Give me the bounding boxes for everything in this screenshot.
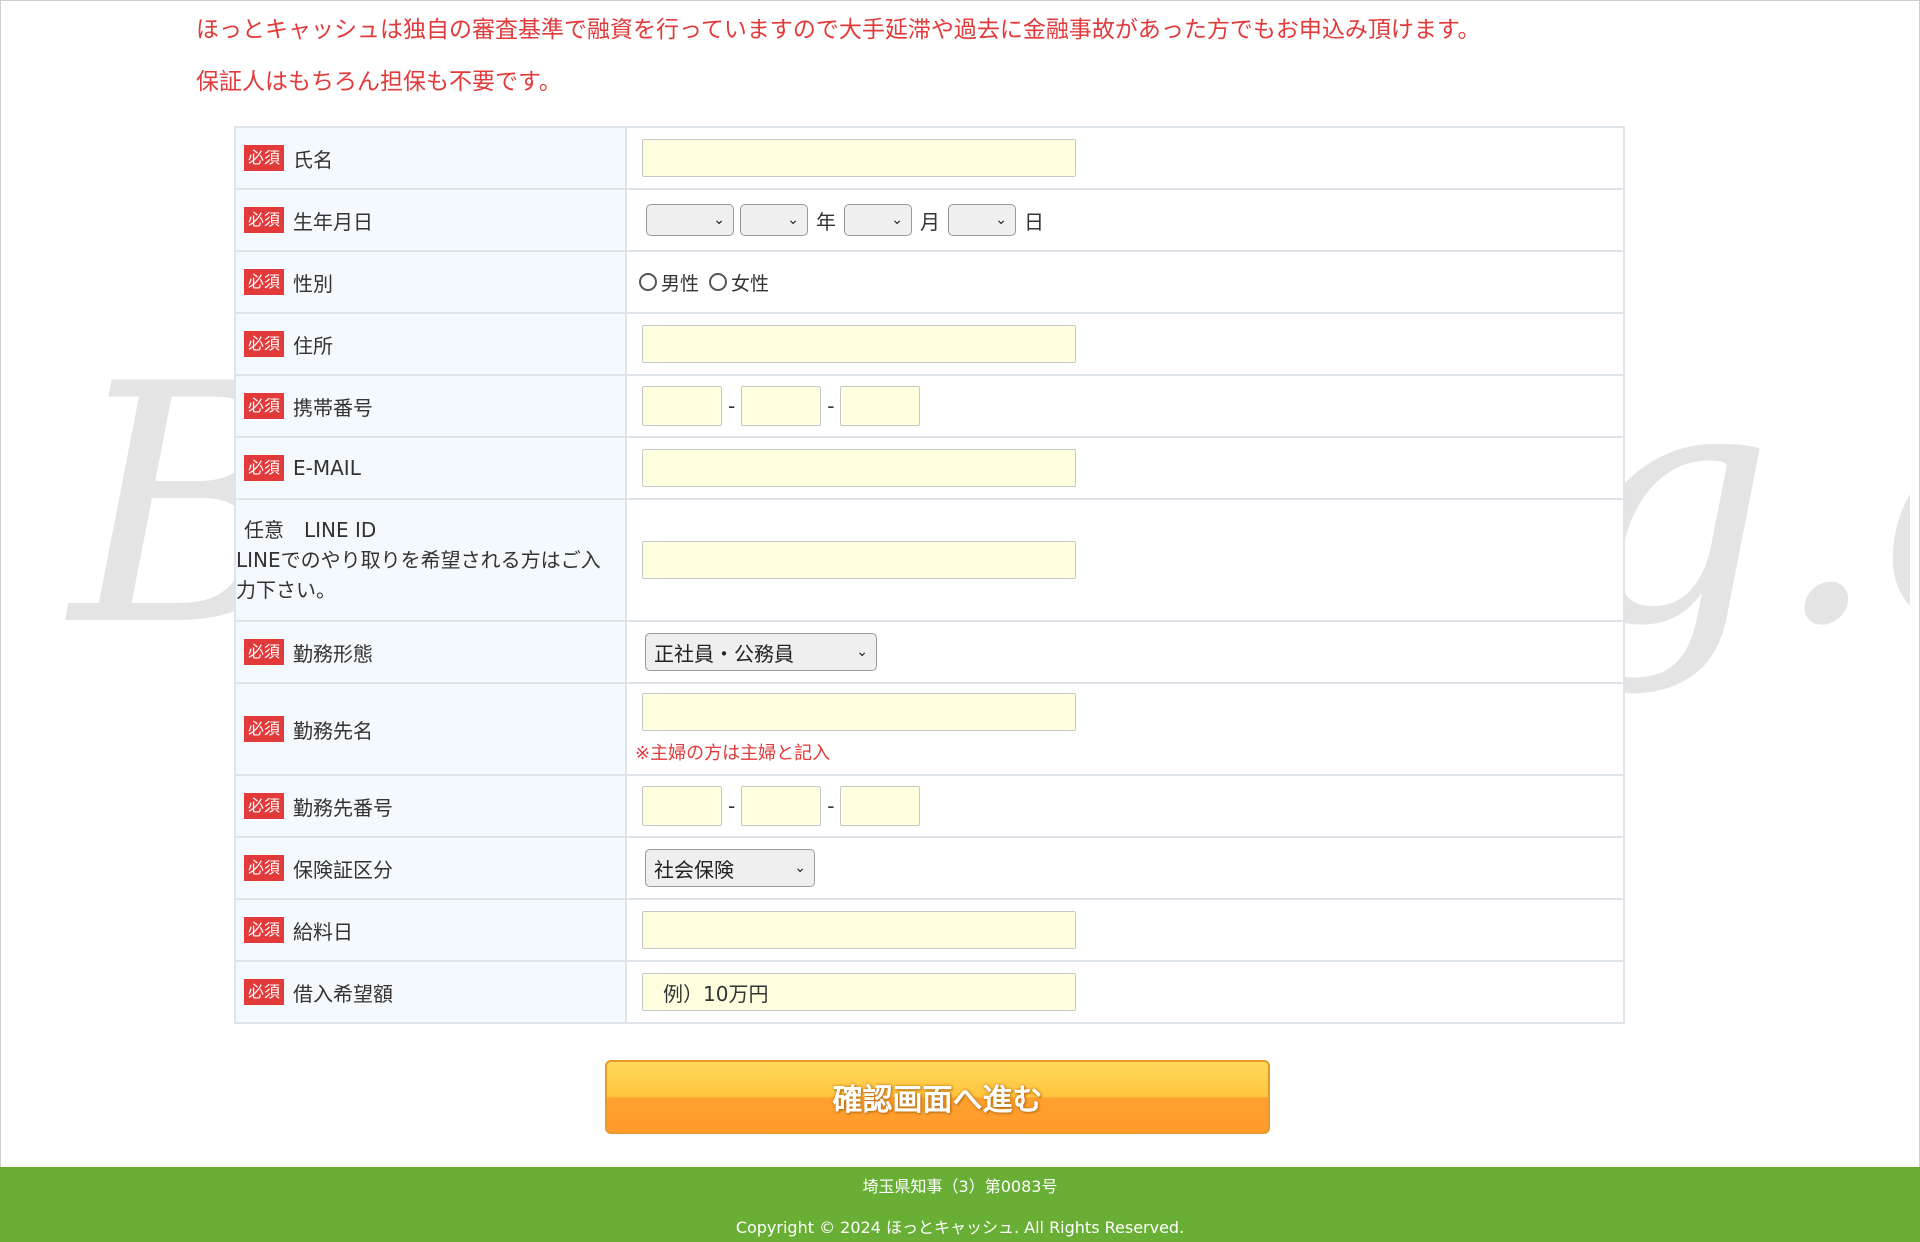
- confirm-button[interactable]: 確認画面へ進む: [605, 1060, 1270, 1134]
- loan-amount-input[interactable]: [642, 973, 1076, 1011]
- required-badge: 必須: [244, 145, 285, 171]
- chevron-down-icon: ⌄: [856, 644, 868, 660]
- employer-label: 勤務先名: [293, 718, 374, 743]
- mobile-part-1-input[interactable]: [642, 386, 722, 426]
- year-unit: 年: [816, 209, 836, 234]
- line-id-description: LINEでのやり取りを希望される方はご入力下さい。: [236, 548, 601, 602]
- required-badge: 必須: [244, 269, 285, 295]
- gender-male-radio[interactable]: [639, 273, 657, 291]
- intro-line-1: ほっとキャッシュは独自の審査基準で融資を行っていますので大手延滞や過去に金融事故…: [196, 17, 1481, 43]
- address-input[interactable]: [642, 325, 1076, 363]
- required-badge: 必須: [244, 207, 285, 233]
- birth-era-select[interactable]: ⌄: [646, 204, 734, 236]
- mobile-label: 携帯番号: [293, 395, 374, 420]
- required-badge: 必須: [244, 455, 285, 481]
- row-name: 必須 氏名: [234, 126, 1625, 190]
- chevron-down-icon: ⌄: [891, 212, 903, 228]
- insurance-value: 社会保険: [654, 857, 734, 882]
- row-address: 必須 住所: [234, 312, 1625, 376]
- birthdate-label: 生年月日: [293, 209, 374, 234]
- gender-female-label: 女性: [731, 272, 770, 295]
- dash: -: [728, 394, 736, 418]
- employer-phone-part-2-input[interactable]: [741, 786, 822, 826]
- insurance-label: 保険証区分: [293, 857, 394, 882]
- email-input[interactable]: [642, 449, 1076, 487]
- employer-phone-label: 勤務先番号: [293, 795, 394, 820]
- required-badge: 必須: [244, 793, 285, 819]
- row-payday: 必須 給料日: [234, 898, 1625, 962]
- gender-female-radio[interactable]: [709, 273, 728, 291]
- required-badge: 必須: [244, 639, 285, 665]
- employer-input[interactable]: [642, 693, 1076, 731]
- row-birthdate: 必須 生年月日 ⌄ ⌄ 年 ⌄ 月 ⌄ 日: [234, 188, 1625, 252]
- required-badge: 必須: [244, 716, 285, 742]
- dash: -: [827, 394, 835, 418]
- loan-amount-label: 借入希望額: [293, 981, 394, 1006]
- chevron-down-icon: ⌄: [995, 212, 1007, 228]
- birth-month-select[interactable]: ⌄: [844, 204, 912, 236]
- row-employer: 必須 勤務先名 ※主婦の方は主婦と記入: [234, 682, 1625, 776]
- day-unit: 日: [1024, 209, 1044, 234]
- mobile-part-3-input[interactable]: [840, 386, 921, 426]
- employer-phone-part-3-input[interactable]: [840, 786, 921, 826]
- row-loan-amount: 必須 借入希望額: [234, 960, 1625, 1024]
- name-input[interactable]: [642, 139, 1076, 177]
- required-badge: 必須: [244, 917, 285, 943]
- address-label: 住所: [293, 333, 334, 358]
- row-mobile: 必須 携帯番号 - -: [234, 374, 1625, 438]
- payday-label: 給料日: [293, 919, 354, 944]
- row-gender: 必須 性別 男性 女性: [234, 250, 1625, 314]
- row-email: 必須 E-MAIL: [234, 436, 1625, 500]
- employer-phone-part-1-input[interactable]: [642, 786, 722, 826]
- row-employment: 必須 勤務形態 正社員・公務員 ⌄: [234, 620, 1625, 684]
- line-id-input[interactable]: [642, 541, 1076, 579]
- chevron-down-icon: ⌄: [713, 212, 725, 228]
- month-unit: 月: [920, 209, 940, 234]
- dash: -: [827, 794, 835, 818]
- gender-male-label: 男性: [661, 272, 700, 295]
- email-label: E-MAIL: [293, 456, 361, 480]
- birth-day-select[interactable]: ⌄: [948, 204, 1016, 236]
- dash: -: [728, 794, 736, 818]
- employment-value: 正社員・公務員: [654, 641, 794, 666]
- payday-input[interactable]: [642, 911, 1076, 949]
- row-line-id: 任意 LINE ID LINEでのやり取りを希望される方はご入力下さい。: [234, 498, 1625, 622]
- footer: 埼玉県知事（3）第0083号 Copyright © 2024 ほっとキャッシュ…: [0, 1167, 1920, 1242]
- employment-select[interactable]: 正社員・公務員 ⌄: [645, 633, 877, 671]
- mobile-part-2-input[interactable]: [741, 386, 822, 426]
- intro-notice: ほっとキャッシュは独自の審査基準で融資を行っていますので大手延滞や過去に金融事故…: [196, 4, 1481, 108]
- required-badge: 必須: [244, 331, 285, 357]
- insurance-select[interactable]: 社会保険 ⌄: [645, 849, 815, 887]
- employment-label: 勤務形態: [293, 641, 374, 666]
- footer-copyright: Copyright © 2024 ほっとキャッシュ. All Rights Re…: [735, 1218, 1185, 1237]
- intro-line-2: 保証人はもちろん担保も不要です。: [196, 69, 562, 95]
- name-label: 氏名: [293, 147, 334, 172]
- line-id-label: 任意 LINE ID: [244, 518, 377, 542]
- application-form: 必須 氏名 必須 生年月日 ⌄ ⌄ 年 ⌄ 月 ⌄ 日 必須 性別 男性 女性 必須住…: [234, 126, 1625, 1024]
- employer-note: ※主婦の方は主婦と記入: [635, 743, 831, 764]
- required-badge: 必須: [244, 393, 285, 419]
- row-insurance: 必須 保険証区分 社会保険 ⌄: [234, 836, 1625, 900]
- footer-license: 埼玉県知事（3）第0083号: [862, 1177, 1058, 1196]
- row-employer-phone: 必須 勤務先番号 - -: [234, 774, 1625, 838]
- required-badge: 必須: [244, 979, 285, 1005]
- birth-year-select[interactable]: ⌄: [740, 204, 808, 236]
- chevron-down-icon: ⌄: [794, 860, 806, 876]
- gender-label: 性別: [293, 271, 334, 296]
- required-badge: 必須: [244, 855, 285, 881]
- chevron-down-icon: ⌄: [787, 212, 799, 228]
